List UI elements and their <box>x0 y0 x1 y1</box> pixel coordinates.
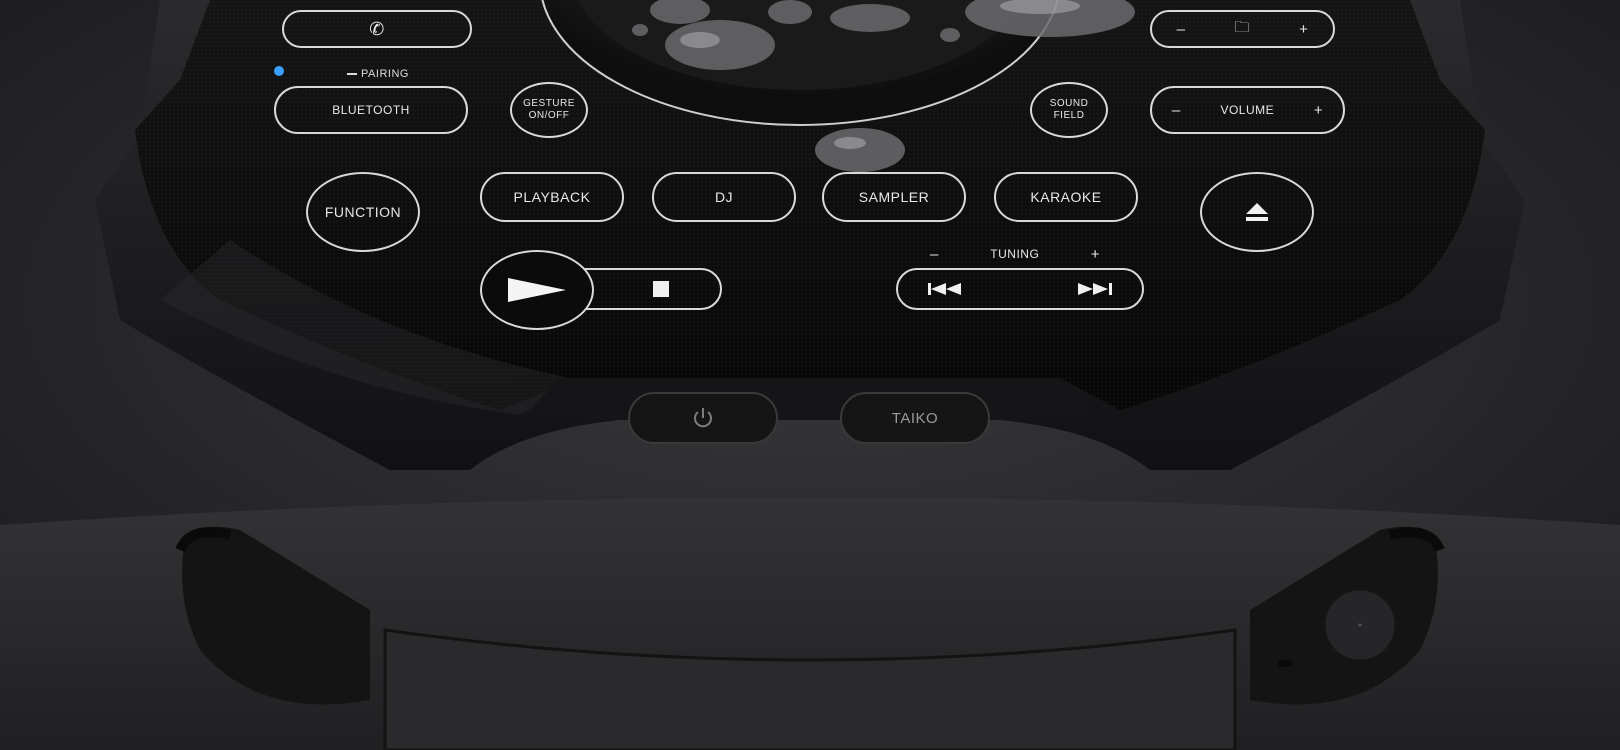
sampler-button[interactable]: SAMPLER <box>822 172 966 222</box>
pairing-led <box>274 66 284 76</box>
usb-port-icon[interactable]: ⬩ <box>1350 615 1370 635</box>
tuning-label: TUNING <box>990 247 1040 261</box>
folder-icon: 🗀 <box>1234 18 1251 36</box>
eject-button[interactable] <box>1200 172 1314 252</box>
playback-button[interactable]: PLAYBACK <box>480 172 624 222</box>
volume-control[interactable]: – VOLUME + <box>1150 86 1345 134</box>
speaker-body <box>0 0 1620 750</box>
phone-icon: ✆ <box>369 18 385 39</box>
call-button[interactable]: ✆ <box>282 10 472 48</box>
dj-button[interactable]: DJ <box>652 172 796 222</box>
play-icon <box>508 278 566 302</box>
function-button[interactable]: FUNCTION <box>306 172 420 252</box>
tuning-plus: + <box>1090 245 1100 263</box>
folder-minus[interactable]: – <box>1177 21 1186 38</box>
karaoke-button[interactable]: KARAOKE <box>994 172 1138 222</box>
bluetooth-button[interactable]: BLUETOOTH <box>274 86 468 134</box>
pairing-label: PAIRING <box>338 66 418 82</box>
next-track-icon[interactable] <box>1078 283 1112 295</box>
folder-button[interactable]: – 🗀 + <box>1150 10 1335 48</box>
play-button[interactable] <box>480 250 594 330</box>
speaker-photo: ✆ – 🗀 + PAIRING BLUETOOTH GESTURE ON/OFF… <box>0 0 1620 750</box>
gesture-button[interactable]: GESTURE ON/OFF <box>510 82 588 138</box>
pairing-dash <box>347 73 358 75</box>
taiko-button[interactable]: TAIKO <box>840 392 990 444</box>
power-icon <box>694 408 712 428</box>
volume-down-button[interactable]: – <box>1172 102 1181 119</box>
power-button[interactable] <box>628 392 778 444</box>
folder-plus[interactable]: + <box>1299 21 1308 38</box>
tuning-minus: – <box>930 245 939 263</box>
previous-track-icon[interactable] <box>928 283 962 295</box>
sound-field-button[interactable]: SOUND FIELD <box>1030 82 1108 138</box>
volume-label: VOLUME <box>1220 103 1275 117</box>
tuning-label-row: – TUNING + <box>930 244 1100 264</box>
eject-icon <box>1246 203 1268 221</box>
volume-up-button[interactable]: + <box>1314 102 1323 119</box>
stop-icon <box>653 281 669 297</box>
track-skip-control[interactable] <box>896 268 1144 310</box>
